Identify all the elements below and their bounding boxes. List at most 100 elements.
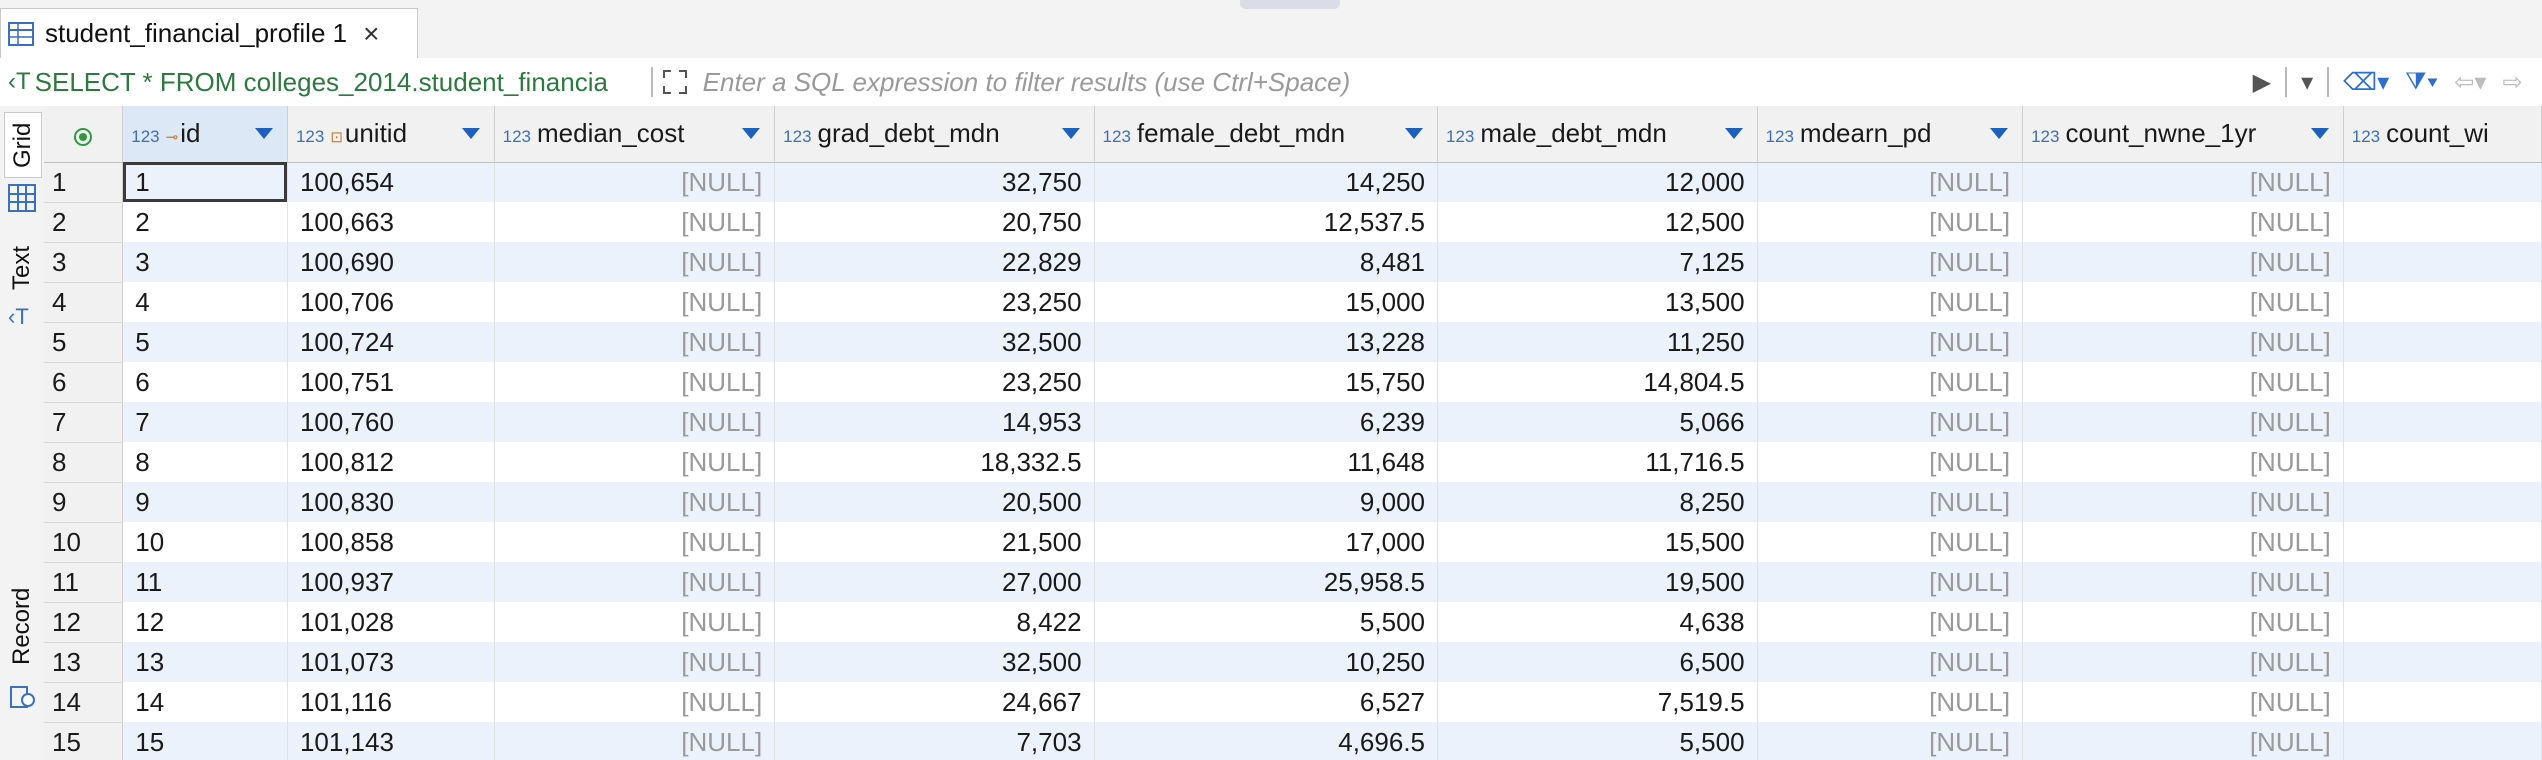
column-header-male-debt-mdn[interactable]: 123 male_debt_mdn bbox=[1437, 106, 1758, 163]
grid-cell[interactable]: [NULL] bbox=[494, 522, 776, 562]
grid-cell[interactable]: [NULL] bbox=[1757, 602, 2024, 642]
grid-cell[interactable]: 4 bbox=[122, 282, 288, 322]
grid-cell[interactable] bbox=[2343, 322, 2542, 362]
grid-icon[interactable] bbox=[6, 182, 38, 214]
grid-cell[interactable]: 101,143 bbox=[287, 722, 495, 760]
grid-cell[interactable]: 5 bbox=[122, 322, 288, 362]
table-row[interactable]: 14 14 101,116 [NULL] 24,667 6,527 7,519.5 [NULL… bbox=[44, 682, 2542, 723]
grid-cell[interactable] bbox=[2343, 162, 2542, 202]
table-row[interactable]: 3 3 100,690 [NULL] 22,829 8,481 7,125 [NULL] [NU… bbox=[44, 242, 2542, 283]
grid-cell[interactable] bbox=[2343, 482, 2542, 522]
grid-cell[interactable]: 6,239 bbox=[1094, 402, 1439, 442]
grid-cell[interactable]: [NULL] bbox=[1757, 562, 2024, 602]
grid-cell[interactable]: 1 bbox=[122, 162, 288, 202]
sort-arrow-icon[interactable] bbox=[1405, 128, 1423, 139]
grid-cell[interactable]: [NULL] bbox=[494, 482, 776, 522]
grid-cell[interactable]: [NULL] bbox=[494, 682, 776, 722]
grid-cell[interactable] bbox=[2343, 442, 2542, 482]
grid-cell[interactable]: 11,648 bbox=[1094, 442, 1439, 482]
grid-cell[interactable]: 100,812 bbox=[287, 442, 495, 482]
grid-cell[interactable]: 11,716.5 bbox=[1437, 442, 1758, 482]
grid-cell[interactable]: 8,481 bbox=[1094, 242, 1439, 282]
sort-arrow-icon[interactable] bbox=[2310, 128, 2329, 139]
grid-cell[interactable]: [NULL] bbox=[1757, 402, 2024, 442]
grid-cell[interactable] bbox=[2343, 562, 2542, 602]
forward-icon[interactable]: ⇨ bbox=[2502, 68, 2522, 97]
grid-cell[interactable]: [NULL] bbox=[2022, 602, 2344, 642]
grid-cell[interactable]: [NULL] bbox=[1757, 162, 2024, 202]
table-row[interactable]: 2 2 100,663 [NULL] 20,750 12,537.5 12,500 [NULL… bbox=[44, 202, 2542, 243]
row-number[interactable]: 15 bbox=[44, 722, 124, 760]
grid-cell[interactable]: 100,830 bbox=[287, 482, 495, 522]
grid-cell[interactable]: [NULL] bbox=[1757, 682, 2024, 722]
row-number[interactable]: 9 bbox=[44, 482, 124, 523]
grid-cell[interactable]: 7,125 bbox=[1437, 242, 1758, 282]
column-header-unitid[interactable]: 123 ⊡unitid bbox=[287, 106, 495, 163]
sort-arrow-icon[interactable] bbox=[461, 128, 480, 139]
grid-cell[interactable]: [NULL] bbox=[1757, 722, 2024, 760]
grid-cell[interactable]: [NULL] bbox=[1757, 522, 2024, 562]
grid-cell[interactable]: 100,937 bbox=[287, 562, 495, 602]
grid-cell[interactable]: [NULL] bbox=[494, 202, 776, 242]
tab-record[interactable]: Record bbox=[4, 576, 40, 676]
grid-cell[interactable]: 14,804.5 bbox=[1437, 362, 1758, 402]
grid-cell[interactable]: 6,500 bbox=[1437, 642, 1758, 682]
grid-cell[interactable]: [NULL] bbox=[494, 722, 776, 760]
apply-filter-icon[interactable]: ▶ bbox=[2253, 68, 2271, 97]
grid-cell[interactable]: 22,829 bbox=[774, 242, 1095, 282]
table-row[interactable]: 5 5 100,724 [NULL] 32,500 13,228 11,250 [NULL][… bbox=[44, 322, 2542, 363]
row-number[interactable]: 13 bbox=[44, 642, 124, 683]
grid-cell[interactable]: 15,000 bbox=[1094, 282, 1439, 322]
grid-cell[interactable]: 24,667 bbox=[774, 682, 1095, 722]
sort-arrow-icon[interactable] bbox=[1724, 128, 1743, 139]
grid-cell[interactable]: 100,663 bbox=[287, 202, 495, 242]
grid-cell[interactable]: 8,250 bbox=[1437, 482, 1758, 522]
filter-icon[interactable]: ⧩▾ bbox=[2405, 68, 2438, 96]
grid-cell[interactable] bbox=[2343, 722, 2542, 760]
grid-cell[interactable]: 101,028 bbox=[287, 602, 495, 642]
row-number[interactable]: 7 bbox=[44, 402, 124, 443]
grid-cell[interactable]: 23,250 bbox=[774, 282, 1095, 322]
table-row[interactable]: 13 13 101,073 [NULL] 32,500 10,250 6,500 [NULL]… bbox=[44, 642, 2542, 683]
table-row[interactable]: 10 10 100,858 [NULL] 21,500 17,000 15,500 [NULL… bbox=[44, 522, 2542, 563]
column-header-mdearn-pd[interactable]: 123 mdearn_pd bbox=[1757, 106, 2024, 163]
grid-cell[interactable]: [NULL] bbox=[2022, 282, 2344, 322]
row-number[interactable]: 1 bbox=[44, 162, 124, 203]
grid-cell[interactable]: 8,422 bbox=[774, 602, 1095, 642]
grid-cell[interactable]: [NULL] bbox=[2022, 322, 2344, 362]
row-number[interactable]: 4 bbox=[44, 282, 124, 323]
filter-input[interactable] bbox=[700, 61, 2245, 103]
grid-cell[interactable]: 12,000 bbox=[1437, 162, 1758, 202]
grid-cell[interactable]: 100,858 bbox=[287, 522, 495, 562]
grid-cell[interactable]: [NULL] bbox=[494, 322, 776, 362]
grid-cell[interactable]: 21,500 bbox=[774, 522, 1095, 562]
table-row[interactable]: 9 9 100,830 [NULL] 20,500 9,000 8,250 [NULL] [NU… bbox=[44, 482, 2542, 523]
grid-cell[interactable]: [NULL] bbox=[1757, 362, 2024, 402]
grid-cell[interactable]: 17,000 bbox=[1094, 522, 1439, 562]
grid-cell[interactable]: 12 bbox=[122, 602, 288, 642]
sort-arrow-icon[interactable] bbox=[1061, 128, 1080, 139]
results-grid[interactable]: 123 ⊸id 123 ⊡unitid 123 median_cost 123 grad… bbox=[44, 106, 2542, 760]
grid-cell[interactable]: 18,332.5 bbox=[774, 442, 1095, 482]
grid-cell[interactable]: 10 bbox=[122, 522, 288, 562]
grid-cell[interactable]: 101,116 bbox=[287, 682, 495, 722]
grid-cell[interactable]: 5,500 bbox=[1094, 602, 1439, 642]
grid-cell[interactable] bbox=[2343, 522, 2542, 562]
column-header-count-nwne-1yr[interactable]: 123 count_nwne_1yr bbox=[2022, 106, 2344, 163]
grid-cell[interactable]: 100,760 bbox=[287, 402, 495, 442]
grid-cell[interactable]: 10,250 bbox=[1094, 642, 1439, 682]
table-row[interactable]: 6 6 100,751 [NULL] 23,250 15,750 14,804.5 [NULL… bbox=[44, 362, 2542, 403]
grid-cell[interactable]: 5,066 bbox=[1437, 402, 1758, 442]
column-header-grad-debt-mdn[interactable]: 123 grad_debt_mdn bbox=[774, 106, 1095, 163]
grid-cell[interactable] bbox=[2343, 202, 2542, 242]
grid-cell[interactable]: [NULL] bbox=[1757, 442, 2024, 482]
grid-cell[interactable]: 11 bbox=[122, 562, 288, 602]
expand-icon[interactable] bbox=[661, 68, 689, 96]
tab-student-financial-profile[interactable]: student_financial_profile 1 × bbox=[0, 8, 418, 58]
grid-cell[interactable]: 100,654 bbox=[287, 162, 495, 202]
grid-cell[interactable]: 7,703 bbox=[774, 722, 1095, 760]
table-row[interactable]: 11 11 100,937 [NULL] 27,000 25,958.5 19,500 [NU… bbox=[44, 562, 2542, 603]
grid-cell[interactable]: [NULL] bbox=[1757, 482, 2024, 522]
grid-cell[interactable]: 100,724 bbox=[287, 322, 495, 362]
sort-arrow-icon[interactable] bbox=[742, 128, 761, 139]
